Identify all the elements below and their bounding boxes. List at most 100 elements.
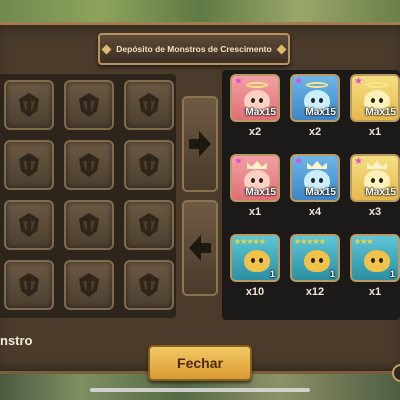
monster-item[interactable]: ★ Max15 x1	[230, 154, 280, 226]
monster-eye	[259, 178, 263, 183]
arrow-left-icon	[189, 235, 211, 261]
storage-slot[interactable]	[124, 260, 174, 310]
level-badge: Max15	[305, 107, 336, 118]
empty-slot-icon	[19, 273, 39, 297]
storage-slot[interactable]	[124, 140, 174, 190]
storage-slot[interactable]	[64, 80, 114, 130]
monster-item[interactable]: ★★★★★ 1 x10	[230, 234, 280, 306]
storage-grid	[0, 74, 176, 318]
move-left-button[interactable]	[182, 200, 218, 296]
level-badge: Max15	[365, 187, 396, 198]
level-badge: 1	[389, 269, 395, 279]
storage-slot[interactable]	[124, 80, 174, 130]
empty-slot-icon	[79, 93, 99, 117]
monster-portrait: ★★★★★ 1	[290, 234, 340, 282]
storage-slot[interactable]	[64, 200, 114, 250]
monster-eye	[311, 98, 315, 103]
star-icon: ★	[354, 76, 363, 87]
monster-item[interactable]: ★ Max15 x1	[350, 74, 400, 146]
monster-list[interactable]: ★ Max15 x2 ★ Max15 x2 ★ Max15 x1 ★ Max15 x1 ★ Max15 x4…	[222, 70, 400, 320]
home-indicator[interactable]	[90, 388, 310, 392]
level-badge: 1	[269, 269, 275, 279]
monster-portrait: ★ Max15	[230, 74, 280, 122]
monster-count: x12	[305, 286, 325, 298]
window-title: Depósito de Monstros de Crescimento	[116, 44, 272, 54]
close-button[interactable]: Fechar	[148, 345, 252, 381]
monster-body	[244, 250, 270, 272]
empty-slot-icon	[139, 213, 159, 237]
stars-rating-icon: ★★★★★	[294, 237, 326, 246]
storage-slot[interactable]	[124, 200, 174, 250]
storage-slot[interactable]	[4, 200, 54, 250]
monster-eye	[371, 258, 375, 263]
empty-slot-icon	[79, 273, 99, 297]
monster-count: x10	[245, 286, 265, 298]
level-badge: Max15	[365, 107, 396, 118]
empty-slot-icon	[139, 153, 159, 177]
monster-count: x3	[368, 206, 382, 218]
monster-body	[364, 250, 390, 272]
monster-label: nstro	[0, 333, 33, 348]
monster-eye	[251, 98, 255, 103]
monster-count: x2	[308, 126, 322, 138]
level-badge: Max15	[245, 107, 276, 118]
star-icon: ★	[294, 156, 303, 167]
arrow-right-icon	[189, 131, 211, 157]
crown-icon	[367, 161, 387, 169]
monster-count: x1	[248, 206, 262, 218]
diamond-ornament-icon	[276, 44, 287, 54]
monster-count: x1	[368, 286, 382, 298]
monster-eye	[319, 178, 323, 183]
monster-eye	[379, 258, 383, 263]
monster-portrait: ★ Max15	[290, 154, 340, 202]
star-icon: ★	[294, 76, 303, 87]
storage-slot[interactable]	[64, 260, 114, 310]
crown-icon	[247, 161, 267, 169]
monster-eye	[379, 98, 383, 103]
monster-item[interactable]: ★ Max15 x2	[230, 74, 280, 146]
monster-eye	[251, 258, 255, 263]
storage-slot[interactable]	[4, 80, 54, 130]
monster-eye	[311, 178, 315, 183]
empty-slot-icon	[19, 93, 39, 117]
monster-eye	[371, 178, 375, 183]
level-badge: Max15	[245, 187, 276, 198]
monster-body	[304, 250, 330, 272]
storage-slot[interactable]	[64, 140, 114, 190]
empty-slot-icon	[139, 273, 159, 297]
halo-icon	[306, 82, 328, 88]
move-right-button[interactable]	[182, 96, 218, 192]
diamond-ornament-icon	[101, 44, 112, 54]
star-icon: ★	[234, 156, 243, 167]
level-badge: 1	[329, 269, 335, 279]
monster-count: x4	[308, 206, 322, 218]
empty-slot-icon	[19, 153, 39, 177]
monster-eye	[259, 258, 263, 263]
crown-icon	[307, 161, 327, 169]
storage-slot[interactable]	[4, 260, 54, 310]
monster-item[interactable]: ★ Max15 x4	[290, 154, 340, 226]
stars-rating-icon: ★★★★★	[234, 237, 266, 246]
monster-eye	[371, 98, 375, 103]
halo-icon	[366, 82, 388, 88]
monster-item[interactable]: ★★★ 1 x1	[350, 234, 400, 306]
monster-portrait: ★★★ 1	[350, 234, 400, 282]
monster-item[interactable]: ★ Max15 x2	[290, 74, 340, 146]
monster-eye	[319, 98, 323, 103]
monster-eye	[319, 258, 323, 263]
monster-item[interactable]: ★ Max15 x3	[350, 154, 400, 226]
star-icon: ★	[354, 156, 363, 167]
monster-portrait: ★ Max15	[350, 74, 400, 122]
level-badge: Max15	[305, 187, 336, 198]
storage-slot[interactable]	[4, 140, 54, 190]
monster-item[interactable]: ★★★★★ 1 x12	[290, 234, 340, 306]
empty-slot-icon	[139, 93, 159, 117]
monster-count: x1	[368, 126, 382, 138]
halo-icon	[246, 82, 268, 88]
monster-count: x2	[248, 126, 262, 138]
monster-eye	[379, 178, 383, 183]
monster-portrait: ★ Max15	[230, 154, 280, 202]
title-plate: Depósito de Monstros de Crescimento	[98, 33, 290, 65]
monster-portrait: ★★★★★ 1	[230, 234, 280, 282]
star-icon: ★	[234, 76, 243, 87]
